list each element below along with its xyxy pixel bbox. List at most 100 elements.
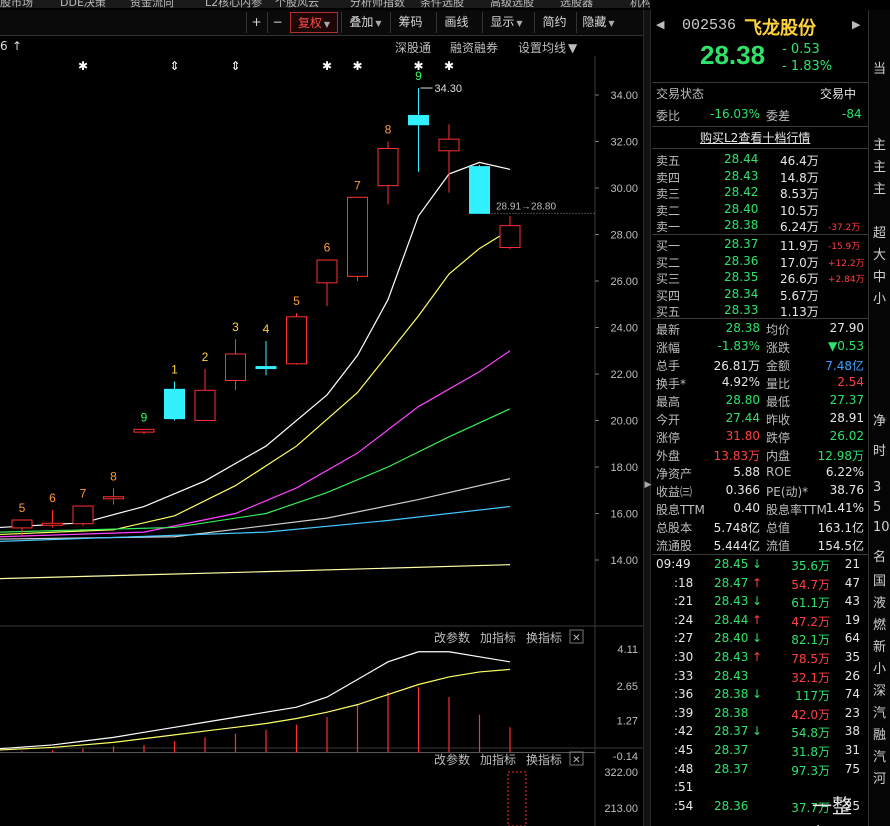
side-panel-item[interactable]: 中 — [873, 266, 886, 285]
up-arrow-icon: ↑ — [12, 39, 23, 53]
bid-level-row[interactable]: 买四 28.34 5.67万 — [652, 286, 868, 303]
top-menu-item[interactable]: 选股器 — [560, 0, 593, 8]
stat-value: 38.76 — [829, 483, 864, 497]
xianshi-button[interactable]: 显示 ▼ — [482, 12, 530, 33]
side-panel-item[interactable]: 当 — [873, 58, 886, 77]
next-stock-icon[interactable]: ▶ — [852, 18, 860, 31]
top-menu-item[interactable]: DDE决策 — [60, 0, 106, 8]
buy-l2-link[interactable]: 购买L2查看十档行情 — [700, 129, 810, 146]
stat-value: 27.37 — [829, 393, 864, 407]
side-panel-item[interactable]: 河 — [873, 768, 886, 787]
top-menu-item[interactable]: L2核心内参 — [205, 0, 262, 8]
ask-level-row[interactable]: 卖三 28.42 8.53万 — [652, 184, 868, 201]
side-panel-item[interactable]: 汽 — [873, 702, 886, 721]
stat-value: 28.38 — [725, 321, 760, 335]
chevron-down-icon: ▼ — [516, 19, 523, 28]
kline-chart[interactable]: 34.00 32.00 30.00 28.00 26.00 24.00 22.00 20.00… — [0, 56, 643, 826]
tick-row: :27 28.40 ↓ 82.1万 64 — [652, 630, 868, 648]
side-panel-item[interactable]: 名 — [873, 546, 886, 565]
chouma-button[interactable]: 筹码 — [390, 12, 430, 33]
vol-change-params[interactable]: 改参数 — [434, 752, 470, 767]
fuquan-button[interactable]: 复权 ▼ — [290, 12, 338, 33]
td-count-label: 2 — [202, 350, 209, 364]
macd-add-indicator[interactable]: 加指标 — [480, 630, 516, 645]
bid-level-row[interactable]: 买五 28.33 1.13万 — [652, 302, 868, 319]
bid-level-row[interactable]: 买三 28.35 26.6万 +2.84万 — [652, 269, 868, 286]
stat-value: 2.54 — [837, 375, 864, 389]
side-panel-item[interactable]: 主 — [873, 156, 886, 175]
divider — [652, 148, 868, 149]
collapse-arrow-icon[interactable]: ▶ — [644, 480, 652, 490]
candle-body — [194, 389, 216, 421]
tick-row: :48 28.37 97.3万 75 — [652, 761, 868, 779]
side-panel-item[interactable]: 主 — [873, 178, 886, 197]
macd-switch-indicator[interactable]: 换指标 — [526, 630, 562, 645]
vol-switch-indicator[interactable]: 换指标 — [526, 752, 562, 767]
side-panel-item[interactable]: 小 — [873, 658, 886, 677]
stat-value: 1.41% — [825, 501, 864, 515]
ask-level-row[interactable]: 卖四 28.43 14.8万 — [652, 168, 868, 185]
tick-volume: 31.8万 — [791, 745, 830, 759]
price-axis-label: 26.00 — [610, 276, 638, 288]
side-panel-item[interactable]: 3 — [873, 480, 881, 495]
ask-level-row[interactable]: 卖五 28.44 46.4万 — [652, 151, 868, 168]
level-volume: 26.6万 — [780, 272, 819, 286]
top-menu-item[interactable]: 分析师指数 — [350, 0, 405, 8]
side-panel-item[interactable]: 大 — [873, 244, 886, 263]
side-panel-item[interactable]: 液 — [873, 592, 886, 611]
signal-marker-icon: ✱ — [413, 59, 423, 73]
side-panel-item[interactable]: 小 — [873, 288, 886, 307]
ma-settings-link[interactable]: 设置均线 ▼ — [518, 39, 577, 56]
rongzi-link[interactable]: 融资融券 — [450, 39, 498, 56]
tick-row: :21 28.43 ↓ 61.1万 43 — [652, 593, 868, 611]
panel-splitter[interactable]: ▶ — [643, 10, 651, 826]
vol-add-indicator[interactable]: 加指标 — [480, 752, 516, 767]
candle-body — [499, 225, 521, 249]
price-axis-label: 20.00 — [610, 416, 638, 428]
huaxian-button[interactable]: 画线 — [436, 12, 476, 33]
jianyue-button[interactable]: 简约 — [534, 12, 574, 33]
bid-level-row[interactable]: 买二 28.36 17.0万 +12.2万 — [652, 253, 868, 270]
divider — [652, 234, 868, 235]
side-panel-item[interactable]: 净 — [873, 410, 886, 429]
tick-count: 64 — [844, 631, 860, 646]
ask-level-row[interactable]: 卖二 28.40 10.5万 — [652, 201, 868, 218]
zoom-out-button[interactable]: − — [267, 12, 287, 33]
side-panel-item[interactable]: 10 — [873, 520, 890, 535]
chevron-down-icon: ▼ — [323, 20, 331, 29]
side-panel-item[interactable]: 国 — [873, 570, 886, 589]
candle-body — [377, 147, 399, 187]
shentong-link[interactable]: 深股通 — [395, 39, 431, 56]
side-panel-item[interactable]: 燃 — [873, 614, 886, 633]
stat-value: 5.444亿 — [713, 539, 760, 553]
diejia-button[interactable]: 叠加 ▼ — [341, 12, 389, 33]
yincang-button[interactable]: 隐藏 ▼ — [576, 12, 620, 33]
top-menu-item[interactable]: 高级选股 — [490, 0, 534, 8]
side-panel-item[interactable]: 主 — [873, 134, 886, 153]
top-menu-item[interactable]: 条件选股 — [420, 0, 464, 8]
side-panel-item[interactable]: 融 — [873, 724, 886, 743]
macd-change-params[interactable]: 改参数 — [434, 630, 470, 645]
stat-label: 均价 — [766, 323, 791, 337]
top-menu-item[interactable]: 股市场 — [0, 0, 33, 8]
top-menu-item[interactable]: 资金流向 — [130, 0, 174, 8]
arrow-up-icon: ↑ — [752, 650, 763, 664]
zoom-in-button[interactable]: + — [246, 12, 266, 33]
side-panel-item[interactable]: 超 — [873, 222, 886, 241]
ask-level-row[interactable]: 卖一 28.38 6.24万 -37.2万 — [652, 217, 868, 234]
tick-price: 28.45 — [714, 557, 749, 571]
side-panel-item[interactable]: 汽 — [873, 746, 886, 765]
side-panel-item[interactable]: 新 — [873, 636, 886, 655]
stat-label: 跌停 — [766, 431, 791, 445]
top-menu-item[interactable]: 机构增仓 — [630, 0, 650, 8]
tick-volume: 35.6万 — [791, 559, 830, 573]
stat-label: 净资产 — [656, 467, 693, 481]
side-panel-item[interactable]: 时 — [873, 440, 886, 459]
top-menu-item[interactable]: 个股风云 — [275, 0, 319, 8]
tick-volume: 117万 — [795, 689, 830, 704]
side-panel-item[interactable]: 深 — [873, 680, 886, 699]
bid-level-row[interactable]: 买一 28.37 11.9万 -15.9万 — [652, 236, 868, 253]
td-count-label: 7 — [354, 178, 361, 192]
side-panel-item[interactable]: 5 — [873, 500, 881, 515]
prev-stock-icon[interactable]: ◀ — [656, 18, 664, 31]
